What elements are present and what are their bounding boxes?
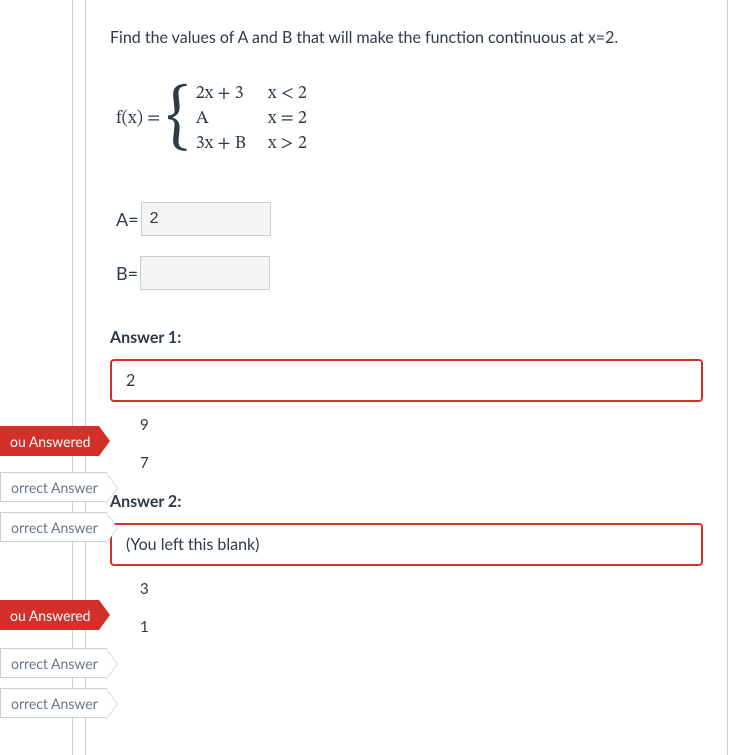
answer-2-user-value: (You left this blank) — [126, 535, 259, 554]
case-expr-1: 2x + 3 — [196, 83, 246, 106]
left-rule — [72, 0, 73, 755]
flag-correct-answer-2b: orrect Answer — [0, 688, 107, 718]
answer-1-correct-1: 9 — [110, 406, 703, 444]
answer-2-correct-2: 1 — [110, 608, 703, 646]
quiz-page: ou Answered orrect Answer orrect Answer … — [0, 0, 730, 755]
function-cases: 2x + 3 x < 2 A x = 2 3x + B x > 2 — [196, 83, 307, 156]
case-cond-1: x < 2 — [268, 83, 307, 106]
case-cond-2: x = 2 — [268, 108, 307, 131]
case-cond-3: x > 2 — [268, 133, 307, 156]
input-row-a: A= — [116, 202, 703, 236]
question-prompt: Find the values of A and B that will mak… — [110, 28, 703, 47]
flag-you-answered-1: ou Answered — [0, 426, 99, 456]
label-a: A= — [116, 208, 139, 230]
function-lhs: f(x) = — [116, 108, 160, 131]
answer-2-header: Answer 2: — [110, 492, 703, 511]
answer-section-2: Answer 2: (You left this blank) 3 1 — [110, 492, 703, 646]
answer-2-user-box: (You left this blank) — [110, 523, 703, 566]
flag-you-answered-2: ou Answered — [0, 600, 99, 630]
flag-correct-answer-1a: orrect Answer — [0, 472, 107, 502]
label-b: B= — [116, 262, 138, 284]
flag-correct-answer-2a: orrect Answer — [0, 648, 107, 678]
input-row-b: B= — [116, 256, 703, 290]
answer-1-user-value: 2 — [126, 371, 135, 390]
answer-1-header: Answer 1: — [110, 328, 703, 347]
brace-icon: { — [166, 89, 190, 149]
input-b[interactable] — [140, 256, 270, 290]
question-container: Find the values of A and B that will mak… — [85, 0, 728, 755]
flag-correct-answer-1b: orrect Answer — [0, 512, 107, 542]
answer-2-correct-1: 3 — [110, 570, 703, 608]
answer-section-1: Answer 1: 2 9 7 — [110, 328, 703, 482]
piecewise-function: f(x) = { 2x + 3 x < 2 A x = 2 3x + B x >… — [116, 83, 703, 156]
case-expr-2: A — [196, 108, 246, 131]
answer-1-user-box: 2 — [110, 359, 703, 402]
case-expr-3: 3x + B — [196, 133, 246, 156]
answer-1-correct-2: 7 — [110, 444, 703, 482]
input-a[interactable] — [141, 202, 271, 236]
